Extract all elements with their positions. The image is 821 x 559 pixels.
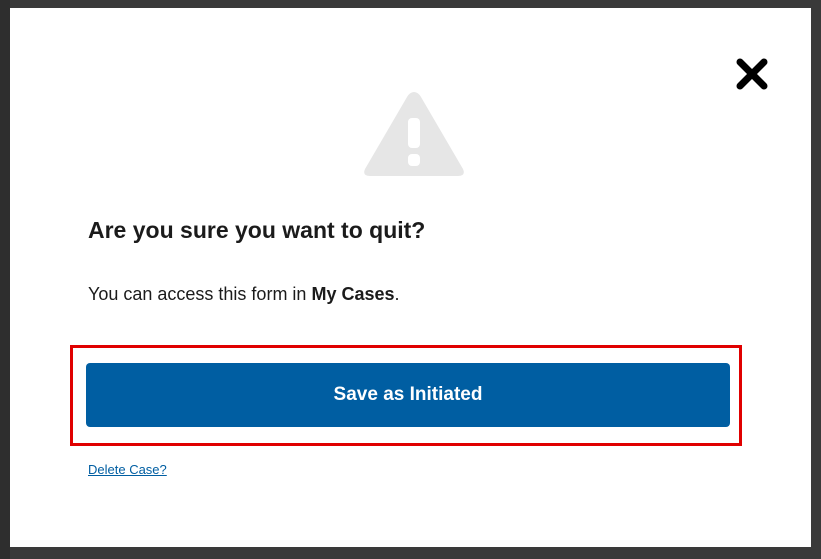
close-button[interactable] [730,52,774,96]
backdrop-page-edge [0,0,10,559]
save-as-initiated-button[interactable]: Save as Initiated [86,363,730,427]
dialog-title: Are you sure you want to quit? [88,217,426,243]
delete-case-link[interactable]: Delete Case? [88,462,167,477]
message-text: You can access this form in [88,284,312,304]
message-period: . [394,284,400,304]
my-cases-label: My Cases [311,284,395,304]
dialog-message: You can access this form in My Cases. [88,284,400,305]
warning-triangle-icon [364,92,464,176]
quit-confirmation-dialog: Are you sure you want to quit? You can a… [10,8,811,547]
close-icon [736,58,768,90]
